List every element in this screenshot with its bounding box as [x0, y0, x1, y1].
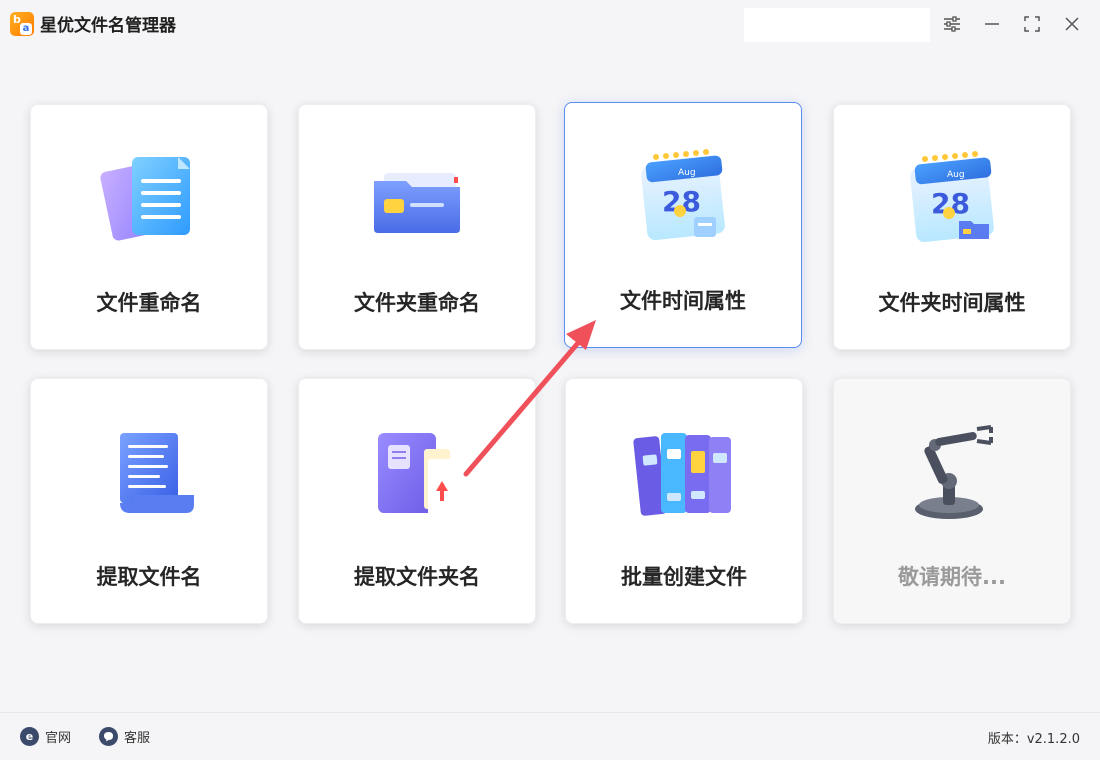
- calendar-month: Aug: [678, 168, 696, 178]
- website-label: 官网: [45, 731, 72, 746]
- documents-icon: [100, 157, 190, 241]
- app-title: 星优文件名管理器: [40, 16, 176, 36]
- card-label: 敬请期待...: [898, 565, 1006, 589]
- card-label: 批量创建文件: [621, 565, 747, 589]
- card-label: 文件重命名: [96, 291, 202, 315]
- card-label: 提取文件夹名: [354, 565, 480, 589]
- card-file-rename[interactable]: 文件重命名: [30, 104, 268, 350]
- card-folder-rename[interactable]: 文件夹重命名: [298, 104, 536, 350]
- footer: e 官网 客服 版本：v2.1.2.0: [0, 712, 1100, 760]
- binders-icon: [633, 433, 731, 516]
- folder-icon: [374, 173, 460, 233]
- logo-letter-a: a: [20, 23, 32, 35]
- calendar-folder-icon: Aug 28: [910, 151, 994, 243]
- settings-button[interactable]: [937, 10, 967, 38]
- close-button[interactable]: [1057, 10, 1087, 38]
- card-file-time[interactable]: Aug 28 文件时间属性: [564, 102, 802, 348]
- version-text: 版本：v2.1.2.0: [987, 732, 1080, 747]
- title-bar: b a 星优文件名管理器: [0, 0, 1100, 48]
- chat-bubble-icon: [99, 727, 118, 746]
- app-logo: b a: [10, 12, 34, 36]
- robot-arm-icon: [915, 425, 993, 519]
- card-label: 文件夹时间属性: [878, 291, 1026, 315]
- close-icon: [1065, 17, 1079, 31]
- website-link[interactable]: e 官网: [20, 727, 71, 746]
- card-extract-filename[interactable]: 提取文件名: [30, 378, 268, 624]
- scroll-icon: [120, 433, 194, 513]
- calendar-month: Aug: [947, 170, 965, 180]
- sliders-icon: [944, 16, 960, 32]
- card-extract-foldername[interactable]: 提取文件夹名: [298, 378, 536, 624]
- maximize-icon: [1024, 16, 1040, 32]
- card-label: 提取文件名: [96, 565, 202, 589]
- card-folder-time[interactable]: Aug 28 文件夹时间属性: [833, 104, 1071, 350]
- card-coming-soon: 敬请期待...: [833, 378, 1071, 624]
- minimize-button[interactable]: [977, 10, 1007, 38]
- ie-icon: e: [20, 727, 39, 746]
- book-files-icon: [378, 433, 454, 515]
- minimize-icon: [985, 23, 999, 25]
- support-link[interactable]: 客服: [99, 727, 150, 746]
- title-blank-field[interactable]: [744, 8, 930, 42]
- card-label: 文件夹重命名: [354, 291, 480, 315]
- card-label: 文件时间属性: [620, 289, 746, 313]
- card-batch-create[interactable]: 批量创建文件: [565, 378, 803, 624]
- support-label: 客服: [124, 731, 151, 746]
- maximize-button[interactable]: [1017, 10, 1047, 38]
- calendar-icon: Aug 28: [641, 149, 725, 241]
